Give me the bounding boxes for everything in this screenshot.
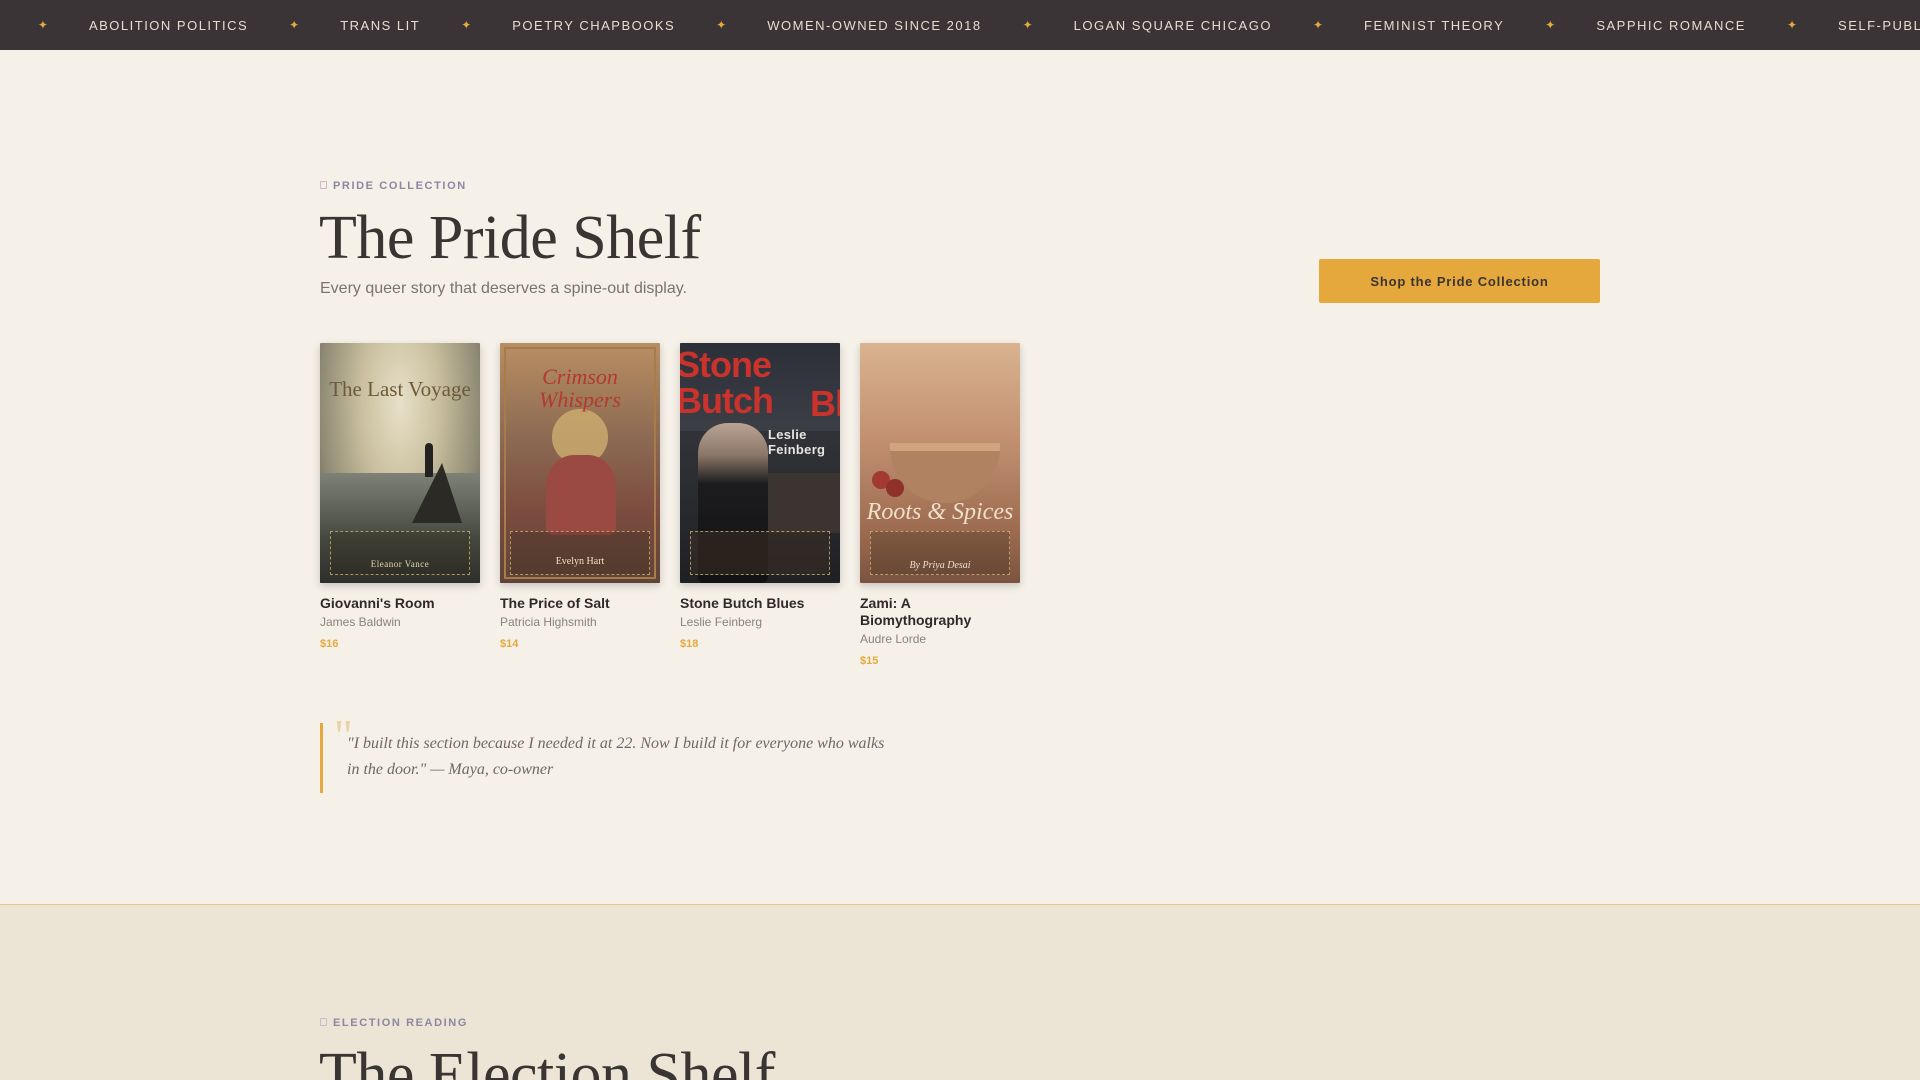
book-title[interactable]: Stone Butch Blues <box>680 595 840 612</box>
book-cover[interactable]: The Last Voyage Eleanor Vance <box>320 343 480 583</box>
star-icon: ✦ <box>1022 18 1033 32</box>
topic-ticker: N ✦ Abolition Politics ✦ Trans Lit ✦ Poe… <box>0 0 1920 50</box>
cover-author: Evelyn Hart <box>555 556 605 567</box>
tag-icon <box>320 181 327 190</box>
book-title[interactable]: Zami: A Biomythography <box>860 595 1020 629</box>
ticker-track: N ✦ Abolition Politics ✦ Trans Lit ✦ Poe… <box>0 0 1920 50</box>
book-price: $16 <box>320 638 339 650</box>
cover-title-line2: Blues <box>810 383 840 424</box>
book-card[interactable]: Crimson Whispers Evelyn Hart The Price o… <box>500 343 660 667</box>
star-icon: ✦ <box>1786 18 1798 32</box>
star-icon: ✦ <box>1312 18 1324 32</box>
star-icon: ✦ <box>461 18 472 32</box>
star-icon: ✦ <box>1545 18 1556 32</box>
book-card[interactable]: Stone Butch Blues Leslie Feinberg Stone … <box>680 343 840 667</box>
cover-title: Roots & Spices <box>866 499 1014 525</box>
ticker-item[interactable]: Poetry Chapbooks <box>512 18 675 33</box>
cover-art-cliff <box>412 463 462 523</box>
section-title: The Election Shelf <box>319 1041 775 1080</box>
owner-quote: " "I built this section because I needed… <box>320 713 900 793</box>
section-eyebrow: Pride Collection <box>320 180 467 192</box>
book-author: Leslie Feinberg <box>680 615 763 629</box>
ticker-item[interactable]: Logan Square Chicago <box>1074 18 1272 33</box>
cover-author: By Priya Desai <box>909 560 971 571</box>
ticker-item[interactable]: Feminist Theory <box>1364 18 1504 33</box>
cover-title: Crimson Whispers <box>539 364 621 412</box>
book-author: James Baldwin <box>320 615 401 629</box>
cover-frame <box>690 531 830 575</box>
star-icon: ✦ <box>37 18 48 32</box>
section-title: The Pride Shelf <box>319 204 701 272</box>
book-card[interactable]: The Last Voyage Eleanor Vance Giovanni's… <box>320 343 480 667</box>
section-subtitle: Every queer story that deserves a spine-… <box>320 280 687 297</box>
cover-frame <box>510 531 650 575</box>
section-eyebrow: Election Reading <box>320 1017 468 1029</box>
election-section: Election Reading The Election Shelf <box>0 904 1920 1080</box>
ticker-item[interactable]: Women-Owned Since 2018 <box>767 18 981 33</box>
cover-art-bowl <box>890 443 1000 503</box>
cover-author: Eleanor Vance <box>370 559 430 569</box>
ticker-item[interactable]: Sapphic Romance <box>1596 18 1746 33</box>
book-price: $15 <box>860 655 879 667</box>
shop-pride-button[interactable]: Shop the Pride Collection <box>1319 259 1600 303</box>
book-author: Audre Lorde <box>860 632 927 646</box>
ticker-item[interactable]: Abolition Politics <box>89 18 248 33</box>
book-title[interactable]: Giovanni's Room <box>320 595 480 612</box>
book-card[interactable]: Roots & Spices By Priya Desai Zami: A Bi… <box>860 343 1020 667</box>
cover-title: The Last Voyage <box>329 377 471 401</box>
star-icon: ✦ <box>716 18 727 32</box>
quote-mark-icon: " <box>334 710 353 761</box>
book-author: Patricia Highsmith <box>500 615 597 629</box>
cover-author: Leslie Feinberg <box>768 427 826 457</box>
book-cover[interactable]: Stone Butch Blues Leslie Feinberg <box>680 343 840 583</box>
cover-art-figure <box>425 443 433 477</box>
cover-art-city <box>760 473 840 533</box>
eyebrow-label: Election Reading <box>333 1017 468 1029</box>
pride-section: Pride Collection The Pride Shelf Every q… <box>0 50 1920 904</box>
book-title[interactable]: The Price of Salt <box>500 595 660 612</box>
cover-art-apple <box>886 479 904 497</box>
book-price: $18 <box>680 638 699 650</box>
star-icon: ✦ <box>289 18 300 32</box>
ticker-item[interactable]: Self-Published Zines <box>1838 18 1920 33</box>
eyebrow-label: Pride Collection <box>333 180 467 192</box>
book-cover[interactable]: Roots & Spices By Priya Desai <box>860 343 1020 583</box>
book-price: $14 <box>500 638 519 650</box>
book-cover[interactable]: Crimson Whispers Evelyn Hart <box>500 343 660 583</box>
tag-icon <box>320 1018 327 1027</box>
quote-text: "I built this section because I needed i… <box>347 735 885 778</box>
book-list: The Last Voyage Eleanor Vance Giovanni's… <box>320 343 1020 667</box>
ticker-item[interactable]: Trans Lit <box>340 18 420 33</box>
